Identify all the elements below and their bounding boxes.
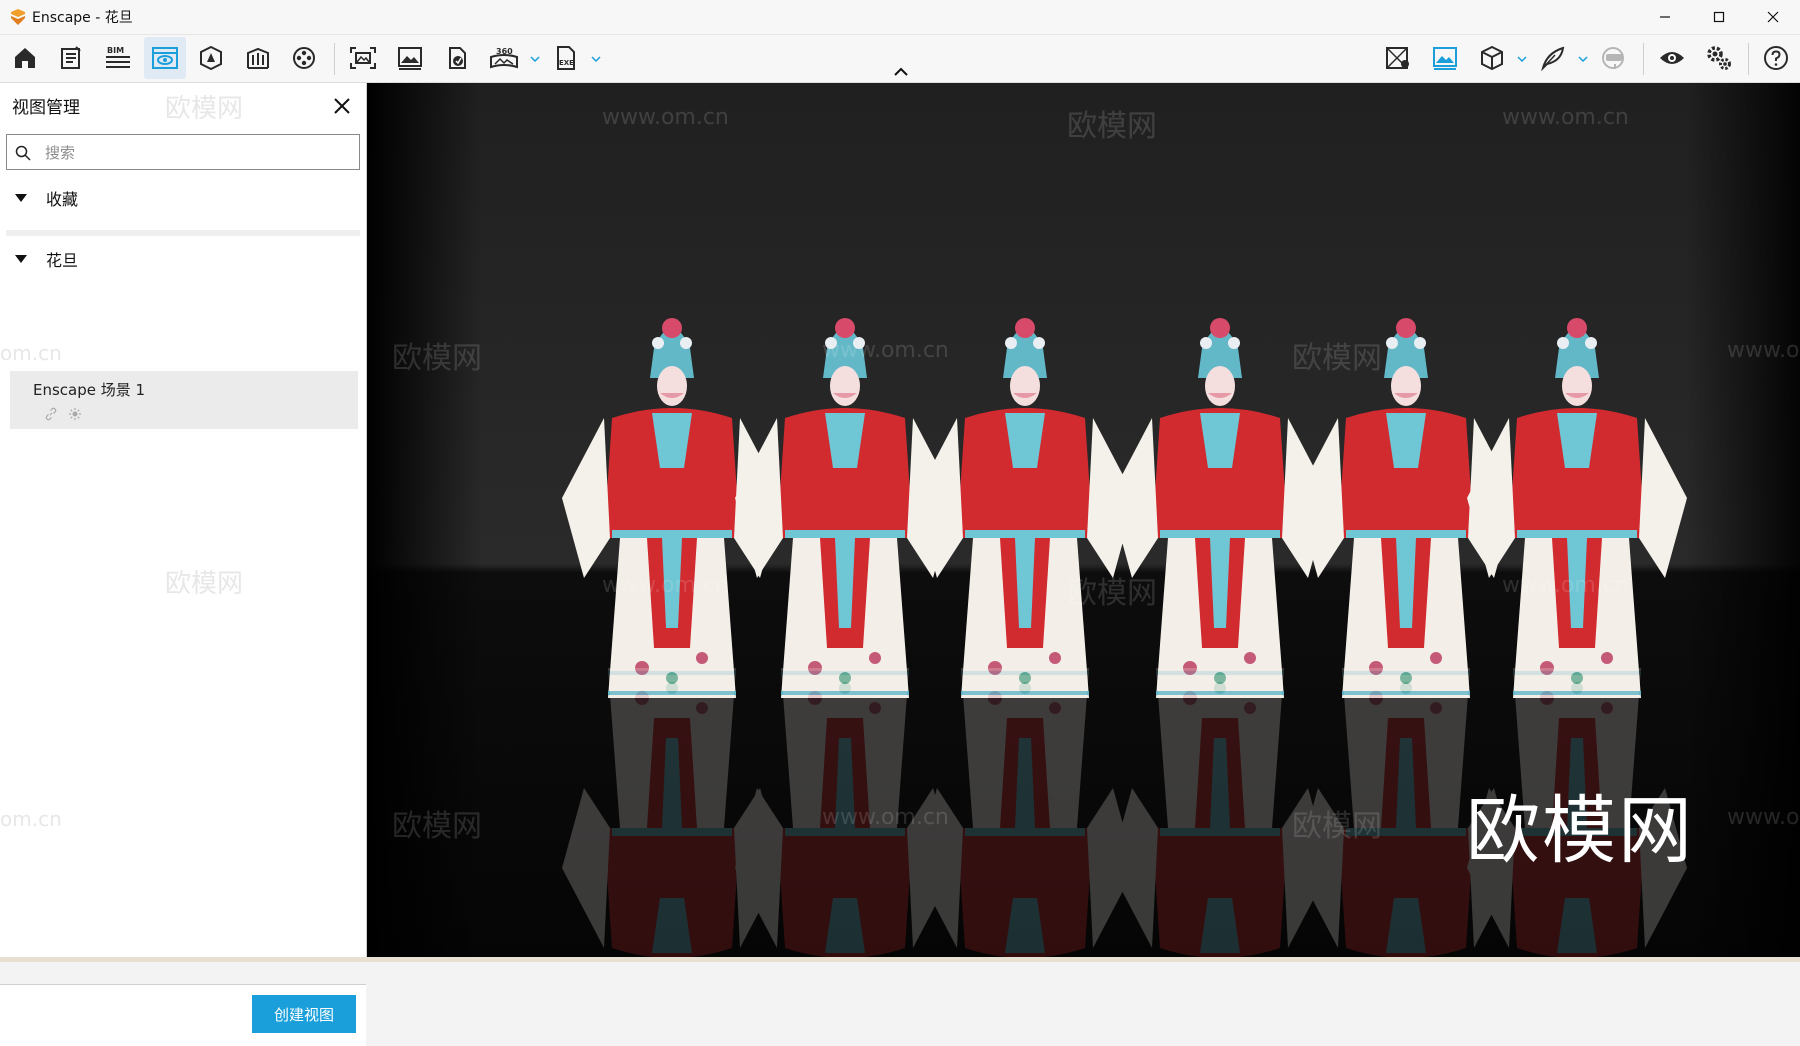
watermark-site-4: www.o [1727,338,1800,363]
sun-icon [69,408,81,420]
watermark-brand-5: 欧模网 [392,809,482,844]
eye-button[interactable] [1651,37,1693,79]
chevron-down-icon [1578,56,1588,62]
minimize-button[interactable] [1638,0,1692,34]
minimize-icon [1660,16,1670,18]
batch-render-icon [449,47,466,69]
settings-icon [1707,46,1731,70]
close-window-button[interactable] [1746,0,1800,34]
help-icon [1764,46,1788,70]
video-editor-icon [293,47,315,69]
watermark-brand-4: 欧模网 [1067,576,1157,611]
group-huadan[interactable]: 花旦 [6,237,360,281]
watermark-brand-sidebar-2: 欧模网 [165,569,244,599]
image-settings-icon [1433,47,1457,70]
watermark-site-8: www.o [1727,805,1800,830]
panorama-360-icon: 360 [490,47,518,69]
bim-button[interactable]: BIM [97,37,139,79]
title-bar: Enscape - 花旦 [0,0,1800,35]
export-dropdown[interactable] [590,53,602,65]
notes-button[interactable] [50,37,92,79]
view-management-icon [152,47,178,69]
chevron-down-icon [530,56,540,62]
cube-button[interactable] [1471,37,1513,79]
link-icon [45,407,57,421]
map-button[interactable] [1377,37,1419,79]
watermark-site-2: www.om.cn [1502,105,1629,130]
exe-label: EXE [559,59,574,67]
panel-title: 视图管理 [12,98,80,118]
video-editor-button[interactable] [283,37,325,79]
close-panel-icon[interactable] [330,94,354,118]
watermark-brand-sidebar-1: 欧模网 [165,94,244,124]
group-label-huadan: 花旦 [46,251,79,270]
search-box [6,134,360,171]
panorama-dropdown[interactable] [529,53,541,65]
bim-label: BIM [107,46,124,55]
watermark-brand-3: 欧模网 [1292,341,1382,376]
home-icon [15,48,35,68]
help-button[interactable] [1755,37,1797,79]
image-button[interactable] [389,37,431,79]
group-label-favorites: 收藏 [46,190,79,209]
create-view-button[interactable]: 创建视图 [252,995,356,1033]
asset-library-button[interactable] [190,37,232,79]
brand-watermark: 欧模网 [1466,788,1694,874]
maximize-icon [1713,11,1725,23]
materials-icon [247,47,269,69]
window-title: Enscape - 花旦 [32,10,133,26]
watermark-site-6: www.om.cn [1502,573,1629,598]
asset-library-icon [200,45,222,71]
render-viewport[interactable]: www.om.cn 欧模网 www.om.cn 欧模网 www.om.cn 欧模… [367,83,1800,957]
watermark-sidebar-3: om.cn [0,341,62,365]
chevron-down-icon [1517,56,1527,62]
home-button[interactable] [4,37,46,79]
group-favorites[interactable]: 收藏 [6,176,360,220]
bim-icon: BIM [106,46,130,68]
feather-dropdown[interactable] [1577,53,1589,65]
caret-down-icon[interactable] [14,254,28,264]
watermark-sidebar-4: om.cn [0,807,62,831]
eye-icon [1660,52,1684,64]
image-settings-button[interactable] [1424,37,1466,79]
search-icon [15,145,31,161]
close-icon [1767,11,1779,23]
cube-dropdown[interactable] [1516,53,1528,65]
vr-headset-icon [1602,47,1624,69]
panorama-button[interactable]: 360 [483,37,525,79]
image-icon [398,47,422,70]
batch-render-button[interactable] [436,37,478,79]
materials-button[interactable] [237,37,279,79]
watermark-site-3: www.om.cn [822,338,949,363]
map-icon [1386,47,1409,69]
view-management-panel: 视图管理 收藏 花旦 Enscape 场景 1 欧模网 欧模网 om.cn om… [0,83,367,1046]
screenshot-button[interactable] [342,37,384,79]
search-input[interactable] [43,135,357,171]
exe-export-icon: EXE [557,46,575,70]
watermark-brand-2: 欧模网 [392,341,482,376]
watermark-brand-6: 欧模网 [1292,809,1382,844]
cube-icon [1481,45,1503,71]
screenshot-icon [350,47,376,69]
chevron-down-icon [591,56,601,62]
exe-export-button[interactable]: EXE [545,37,587,79]
view-management-button[interactable] [144,37,186,79]
watermark-site-1: www.om.cn [602,105,729,130]
panel-footer: 创建视图 [0,984,366,1046]
maximize-button[interactable] [1692,0,1746,34]
watermark-site-5: www.om.cn [602,573,729,598]
notes-icon [61,46,81,69]
watermark-site-7: www.om.cn [822,805,949,830]
window-bottom-edge [0,957,1800,962]
watermark-brand-1: 欧模网 [1067,109,1157,144]
collapse-toolbar-icon[interactable] [893,66,909,78]
settings-button[interactable] [1698,37,1740,79]
view-item-name: Enscape 场景 1 [33,381,146,399]
vr-headset-button[interactable] [1593,37,1635,79]
feather-button[interactable] [1532,37,1574,79]
enscape-logo-icon [11,9,25,25]
feather-icon [1541,46,1565,71]
caret-down-icon[interactable] [14,193,28,203]
